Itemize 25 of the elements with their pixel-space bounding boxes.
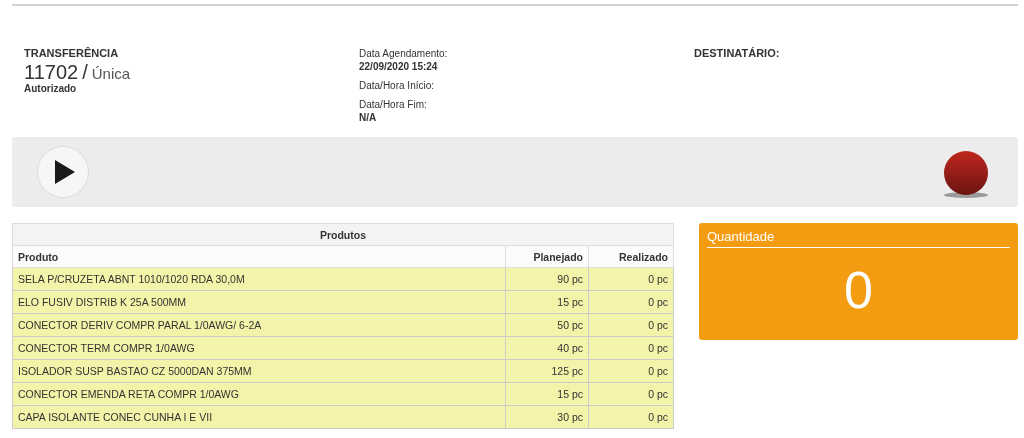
table-cell: ISOLADOR SUSP BASTAO CZ 5000DAN 375MM (12, 359, 506, 383)
table-cell: CONECTOR TERM COMPR 1/0AWG (12, 336, 506, 360)
table-cell: CONECTOR EMENDA RETA COMPR 1/0AWG (12, 382, 506, 406)
column-header: Produto (12, 245, 506, 268)
transfer-number: 11702 (24, 63, 79, 81)
play-button[interactable] (37, 146, 89, 198)
status-text: Autorizado (24, 83, 78, 94)
separator-slash: / (82, 63, 88, 81)
table-cell: ELO FUSIV DISTRIB K 25A 500MM (12, 290, 506, 314)
play-icon (53, 159, 77, 185)
quantity-label: Quantidade (707, 229, 1010, 248)
date-label: Data/Hora Fim: (359, 98, 428, 111)
date-label: Data Agendamento: (359, 47, 449, 60)
date-value: N/A (359, 111, 378, 124)
table-cell: SELA P/CRUZETA ABNT 1010/1020 RDA 30,0M (12, 267, 506, 291)
transfer-mode: Única (91, 65, 131, 83)
date-label: Data/Hora Início: (359, 79, 436, 92)
table-cell: CAPA ISOLANTE CONEC CUNHA I E VII (12, 405, 506, 429)
quantity-value: 0 (843, 262, 874, 318)
table-cell: CONECTOR DERIV COMPR PARAL 1/0AWG/ 6-2A (12, 313, 506, 337)
status-light-icon (942, 151, 990, 199)
transfer-type-label: TRANSFERÊNCIA (24, 47, 120, 59)
date-value: 22/09/2020 15:24 (359, 60, 439, 73)
table-title: Produtos (12, 223, 674, 246)
recipient-label: DESTINATÁRIO: (694, 47, 780, 59)
